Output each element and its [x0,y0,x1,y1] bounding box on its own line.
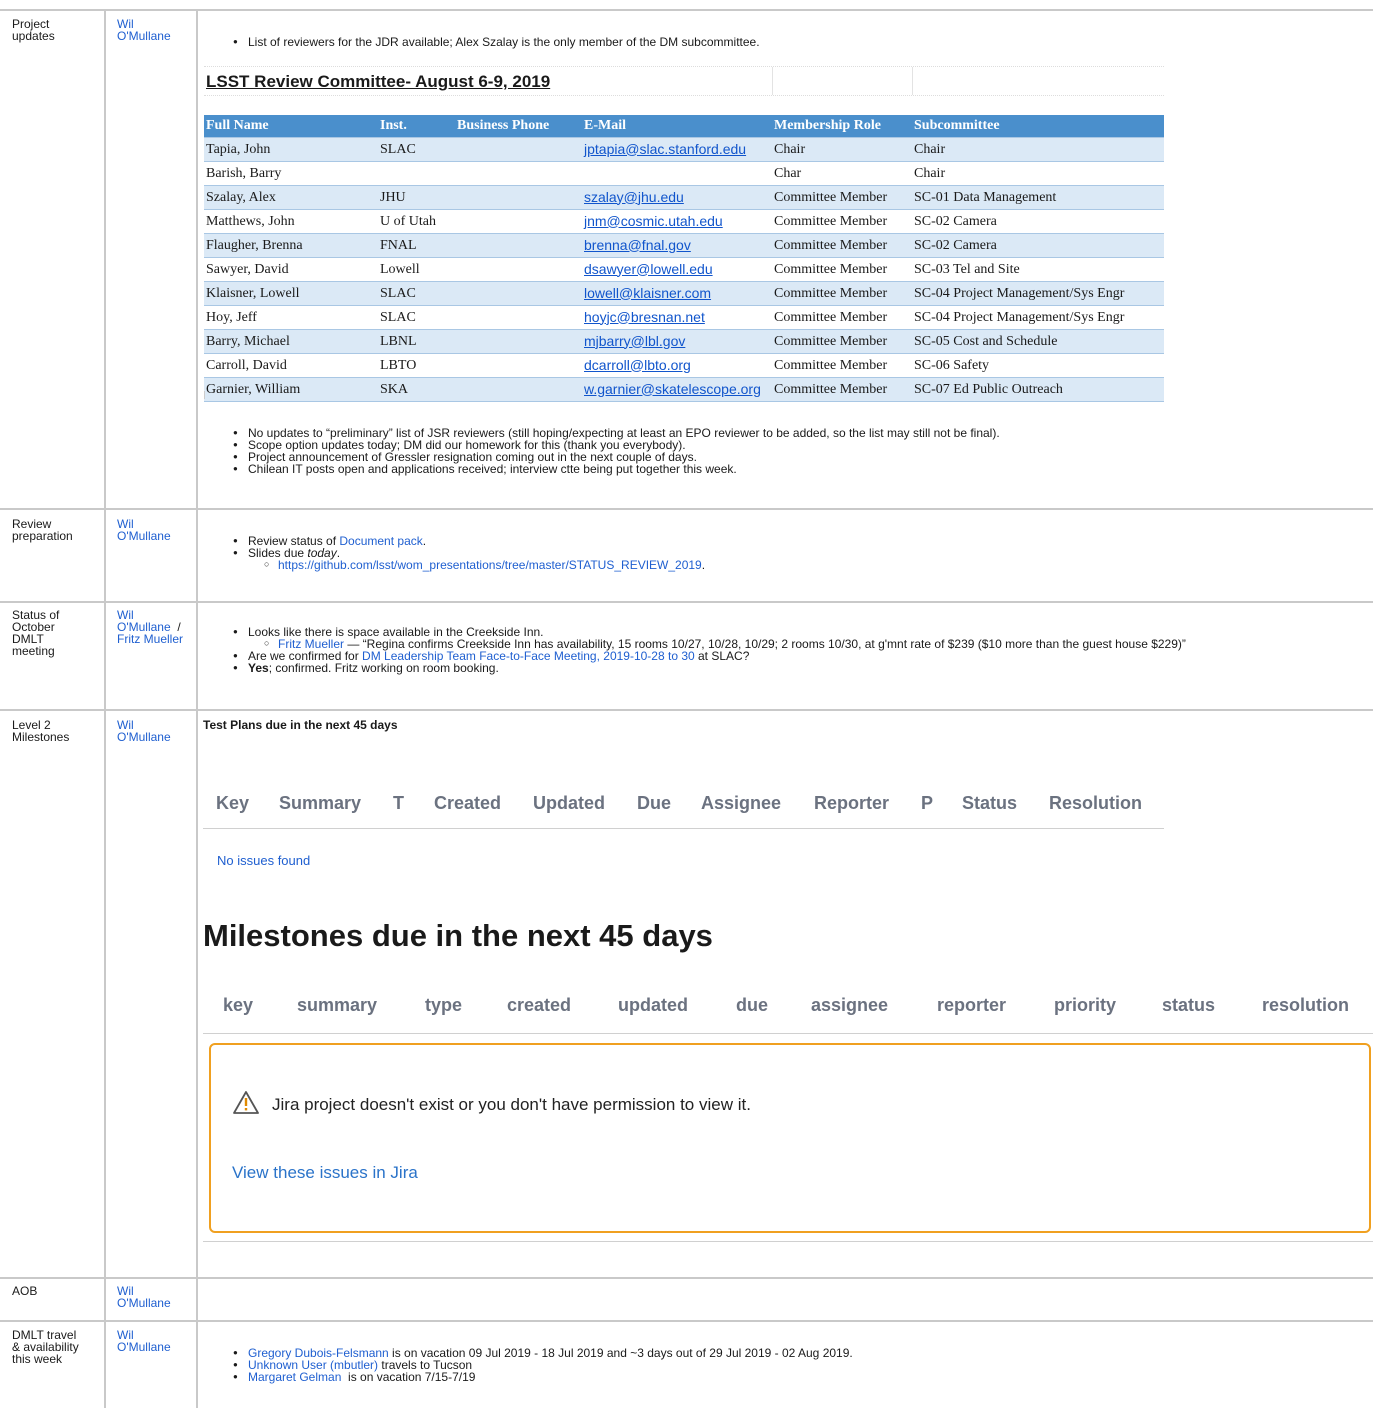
table-row: Barry, Michael LBNL mjbarry@lbl.gov Committ… [204,329,1164,354]
column-header: Business Phone [455,115,582,138]
table-row: Szalay, Alex JHU szalay@jhu.edu Committee M… [204,185,1164,210]
topic-project-updates: Project updates [12,17,55,43]
email-link[interactable]: lowell@klaisner.com [584,285,711,301]
committee-title: LSST Review Committee- August 6-9, 2019 [206,72,551,91]
column-header[interactable]: Updated [533,793,605,814]
list-item: List of reviewers for the JDR available;… [233,36,760,48]
column-header[interactable]: resolution [1262,995,1349,1016]
email-link[interactable]: w.garnier@skatelescope.org [584,381,761,397]
table-row: Barish, Barry Char Chair [206,165,946,181]
milestones-heading: Milestones due in the next 45 days [203,918,713,953]
column-divider [196,9,198,1408]
october-bullets: Looks like there is space available in t… [232,626,1186,674]
project-bullets-top: List of reviewers for the JDR available;… [232,36,760,48]
table-row: Flaugher, Brenna FNAL brenna@fnal.gov Commi… [204,233,1164,258]
row-divider [0,709,1373,711]
email-link[interactable]: dsawyer@lowell.edu [584,261,713,277]
column-header: Inst. [378,115,455,138]
project-bullets: No updates to “preliminary” list of JSR … [232,427,1000,475]
column-header[interactable]: priority [1054,995,1116,1016]
email-link[interactable]: dcarroll@lbto.org [584,357,691,373]
column-header[interactable]: type [425,995,462,1016]
list-item: https://github.com/lsst/wom_presentation… [264,558,705,572]
email-link[interactable]: jptapia@slac.stanford.edu [584,141,746,157]
column-header: E-Mail [582,115,772,138]
row-divider [0,508,1373,510]
topic-aob: AOB [12,1284,38,1298]
jira-warning-box: Jira project doesn't exist or you don't … [209,1043,1371,1233]
email-link[interactable]: jnm@cosmic.utah.edu [584,213,723,229]
review-bullets: Review status of Document pack. Slides d… [232,535,705,571]
column-header[interactable]: status [1162,995,1215,1016]
column-header[interactable]: Key [216,793,249,814]
list-item: Yes; confirmed. Fritz working on room bo… [233,662,1186,674]
committee-table: Full Name Inst. Business Phone E-Mail Me… [204,115,1164,402]
column-header[interactable]: Created [434,793,501,814]
column-header[interactable]: summary [297,995,377,1016]
column-header[interactable]: created [507,995,571,1016]
email-link[interactable]: szalay@jhu.edu [584,189,684,205]
owner-link[interactable]: Wil O'Mullane [117,1285,171,1309]
column-header[interactable]: due [736,995,768,1016]
table-header-row: Full Name Inst. Business Phone E-Mail Me… [204,115,1164,138]
owner-link[interactable]: Wil O'Mullane [117,1329,171,1353]
column-header: Full Name [204,115,378,138]
table-row: Matthews, John U of Utah jnm@cosmic.utah.e… [206,212,997,229]
list-item: Looks like there is space available in t… [233,626,1186,650]
column-header[interactable]: Assignee [701,793,781,814]
topic-level2-milestones: Level 2 Milestones [12,718,70,744]
email-link[interactable]: hoyjc@bresnan.net [584,309,705,325]
table-divider [203,1241,1373,1242]
test-plans-title: Test Plans due in the next 45 days [203,718,398,732]
user-link[interactable]: Margaret Gelman [248,1370,341,1384]
warning-message: Jira project doesn't exist or you don't … [272,1095,751,1114]
owner-links[interactable]: Wil O'Mullane / Fritz Mueller [117,609,183,645]
column-header[interactable]: Status [962,793,1017,814]
column-header[interactable]: P [921,793,933,814]
owner-link[interactable]: Wil O'Mullane [117,719,171,743]
email-link[interactable]: brenna@fnal.gov [584,237,691,253]
topic-travel: DMLT travel & availability this week [12,1328,79,1366]
view-in-jira-link[interactable]: View these issues in Jira [232,1163,418,1183]
table-row: Garnier, William SKA w.garnier@skatelescop… [204,377,1164,402]
column-header[interactable]: Resolution [1049,793,1142,814]
no-issues-text: No issues found [217,853,311,868]
column-header[interactable]: updated [618,995,688,1016]
table-row: Klaisner, Lowell SLAC lowell@klaisner.com C… [204,281,1164,306]
row-divider [0,9,1373,11]
warning-icon [233,1091,259,1117]
list-item: Chilean IT posts open and applications r… [233,463,1000,475]
topic-review-preparation: Review preparation [12,517,73,543]
owner-link[interactable]: Wil O'Mullane [117,18,171,42]
document-pack-link[interactable]: Document pack [339,534,422,548]
row-divider [0,1277,1373,1279]
table-row: Carroll, David LBTO dcarroll@lbto.org Commi… [206,356,990,373]
column-header: Membership Role [772,115,912,138]
owner-link[interactable]: Wil O'Mullane [117,518,171,542]
table-row: Sawyer, David Lowell dsawyer@lowell.edu Com… [206,260,1020,277]
column-header[interactable]: Reporter [814,793,889,814]
column-header: Subcommittee [912,115,1164,138]
column-header[interactable]: Due [637,793,671,814]
column-header[interactable]: assignee [811,995,888,1016]
column-header[interactable]: reporter [937,995,1006,1016]
row-divider [0,1320,1373,1322]
column-divider [104,9,106,1408]
email-link[interactable]: mjbarry@lbl.gov [584,333,685,349]
list-item: Margaret Gelman is on vacation 7/15-7/19 [233,1370,853,1384]
table-row: Tapia, John SLAC jptapia@slac.stanford.edu… [204,137,1164,162]
travel-bullets: Gregory Dubois-Felsmann is on vacation 0… [232,1347,853,1383]
sheet-title-row: LSST Review Committee- August 6-9, 2019 [204,66,1164,96]
table-divider [203,828,1164,829]
list-item: Slides due today. https://github.com/lss… [233,547,705,572]
committee-spreadsheet: LSST Review Committee- August 6-9, 2019 … [204,66,1164,402]
row-divider [0,601,1373,603]
table-row: Hoy, Jeff SLAC hoyjc@bresnan.net Committee … [206,308,1125,325]
column-header[interactable]: T [393,793,404,814]
topic-october-meeting: Status of October DMLT meeting [12,608,60,658]
column-header[interactable]: key [223,995,253,1016]
github-link[interactable]: https://github.com/lsst/wom_presentation… [278,558,702,572]
table-divider [203,1033,1373,1034]
column-header[interactable]: Summary [279,793,361,814]
